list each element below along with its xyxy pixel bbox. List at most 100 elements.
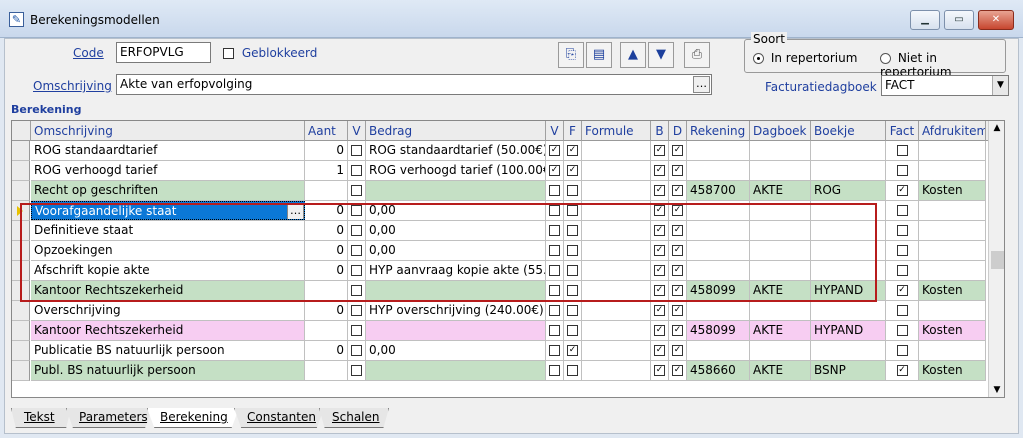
checkbox-v[interactable] bbox=[351, 225, 362, 236]
cell-boekje[interactable] bbox=[811, 161, 886, 180]
cell-f[interactable] bbox=[564, 361, 582, 380]
checkbox-d[interactable]: ✓ bbox=[672, 365, 683, 376]
cell-boekje[interactable] bbox=[811, 201, 886, 220]
header-rekening[interactable]: Rekening bbox=[687, 121, 750, 141]
cell-formule[interactable] bbox=[582, 321, 651, 340]
checkbox-v2[interactable] bbox=[549, 305, 560, 316]
checkbox-b[interactable]: ✓ bbox=[654, 285, 665, 296]
geblokkeerd-checkbox[interactable]: Geblokkeerd bbox=[223, 46, 317, 60]
checkbox-fact[interactable] bbox=[896, 245, 908, 256]
table-row[interactable]: Publ. BS natuurlijk persoon ✓ ✓ 458660 AKTE B… bbox=[31, 361, 986, 381]
cell-b[interactable]: ✓ bbox=[651, 161, 669, 180]
checkbox-d[interactable]: ✓ bbox=[672, 225, 683, 236]
cell-b[interactable]: ✓ bbox=[651, 361, 669, 380]
checkbox-v[interactable] bbox=[351, 285, 362, 296]
cell-bedrag[interactable] bbox=[366, 361, 546, 380]
cell-fact[interactable] bbox=[886, 161, 919, 180]
cell-formule[interactable] bbox=[582, 241, 651, 260]
cell-v2[interactable] bbox=[546, 181, 564, 200]
table-row[interactable]: Definitieve staat 0 0,00 ✓ ✓ bbox=[31, 221, 986, 241]
cell-boekje[interactable] bbox=[811, 221, 886, 240]
cell-d[interactable]: ✓ bbox=[669, 281, 687, 300]
checkbox-fact[interactable] bbox=[896, 265, 908, 276]
cell-aant[interactable]: 0 bbox=[305, 261, 348, 280]
cell-fact[interactable] bbox=[886, 341, 919, 360]
cell-bedrag[interactable]: ROG verhoogd tarief (100.00€) bbox=[366, 161, 546, 180]
cell-v2[interactable] bbox=[546, 361, 564, 380]
cell-b[interactable]: ✓ bbox=[651, 221, 669, 240]
cell-omschrijving[interactable]: Publ. BS natuurlijk persoon bbox=[31, 361, 305, 380]
row-indicator[interactable] bbox=[12, 361, 30, 381]
cell-bedrag[interactable]: HYP aanvraag kopie akte (55.0 bbox=[366, 261, 546, 280]
cell-v[interactable] bbox=[348, 261, 366, 280]
cell-v2[interactable]: ✓ bbox=[546, 161, 564, 180]
cell-rekening[interactable] bbox=[687, 341, 750, 360]
chevron-down-icon[interactable]: ▼ bbox=[992, 76, 1008, 95]
scroll-down-icon[interactable]: ▼ bbox=[989, 385, 1004, 395]
cell-v[interactable] bbox=[348, 161, 366, 180]
checkbox-v[interactable] bbox=[351, 325, 362, 336]
tab-parameters[interactable]: Parameters bbox=[66, 408, 152, 428]
tab-constanten[interactable]: Constanten bbox=[234, 408, 324, 428]
cell-rekening[interactable]: 458700 bbox=[687, 181, 750, 200]
table-row[interactable]: Opzoekingen 0 0,00 ✓ ✓ bbox=[31, 241, 986, 261]
checkbox-d[interactable]: ✓ bbox=[672, 205, 683, 216]
cell-b[interactable]: ✓ bbox=[651, 241, 669, 260]
arrow-up-icon[interactable]: ▲ bbox=[620, 42, 646, 68]
cell-boekje[interactable]: HYPAND bbox=[811, 321, 886, 340]
cell-v[interactable] bbox=[348, 321, 366, 340]
checkbox-d[interactable]: ✓ bbox=[672, 265, 683, 276]
checkbox-v2[interactable] bbox=[549, 325, 560, 336]
cell-v2[interactable] bbox=[546, 241, 564, 260]
header-f[interactable]: F bbox=[564, 121, 582, 141]
scroll-up-icon[interactable]: ▲ bbox=[989, 123, 1004, 133]
cell-d[interactable]: ✓ bbox=[669, 341, 687, 360]
cell-bedrag[interactable] bbox=[366, 181, 546, 200]
header-fact[interactable]: Fact bbox=[886, 121, 919, 141]
checkbox-v2[interactable] bbox=[549, 265, 560, 276]
cell-fact[interactable]: ✓ bbox=[886, 181, 919, 200]
checkbox-fact[interactable] bbox=[896, 205, 908, 216]
checkbox-f[interactable] bbox=[567, 305, 578, 316]
header-bedrag[interactable]: Bedrag bbox=[366, 121, 546, 141]
checkbox-b[interactable]: ✓ bbox=[654, 165, 665, 176]
cell-aant[interactable] bbox=[305, 181, 348, 200]
cell-omschrijving[interactable]: Kantoor Rechtszekerheid bbox=[31, 321, 305, 340]
cell-formule[interactable] bbox=[582, 361, 651, 380]
checkbox-v[interactable] bbox=[351, 265, 362, 276]
checkbox-f[interactable] bbox=[567, 325, 578, 336]
cell-formule[interactable] bbox=[582, 301, 651, 320]
checkbox-d[interactable]: ✓ bbox=[672, 245, 683, 256]
cell-bedrag[interactable]: 0,00 bbox=[366, 341, 546, 360]
cell-rekening[interactable]: 458099 bbox=[687, 321, 750, 340]
cell-f[interactable] bbox=[564, 221, 582, 240]
cell-v[interactable] bbox=[348, 341, 366, 360]
checkbox-d[interactable]: ✓ bbox=[672, 345, 683, 356]
cell-aant[interactable]: 0 bbox=[305, 301, 348, 320]
checkbox-f[interactable] bbox=[567, 365, 578, 376]
cell-f[interactable] bbox=[564, 321, 582, 340]
cell-v2[interactable] bbox=[546, 261, 564, 280]
cell-f[interactable] bbox=[564, 201, 582, 220]
cell-aant[interactable]: 0 bbox=[305, 201, 348, 220]
cell-omschrijving[interactable]: Publicatie BS natuurlijk persoon bbox=[31, 341, 305, 360]
table-row[interactable]: Kantoor Rechtszekerheid ✓ ✓ 458099 AKTE HYPAN… bbox=[31, 321, 986, 341]
cell-boekje[interactable]: ROG bbox=[811, 181, 886, 200]
checkbox-v[interactable] bbox=[351, 365, 362, 376]
cell-b[interactable]: ✓ bbox=[651, 281, 669, 300]
scroll-thumb[interactable] bbox=[991, 251, 1004, 269]
checkbox-f[interactable]: ✓ bbox=[567, 145, 578, 156]
cell-d[interactable]: ✓ bbox=[669, 141, 687, 160]
checkbox-b[interactable]: ✓ bbox=[654, 365, 665, 376]
cell-aant[interactable]: 0 bbox=[305, 241, 348, 260]
cell-omschrijving[interactable]: ROG standaardtarief bbox=[31, 141, 305, 160]
code-input[interactable]: ERFOPVLG bbox=[116, 42, 211, 63]
checkbox-fact[interactable]: ✓ bbox=[896, 365, 908, 376]
checkbox-b[interactable]: ✓ bbox=[654, 145, 665, 156]
cell-v[interactable] bbox=[348, 141, 366, 160]
cell-afdrukitem[interactable] bbox=[919, 261, 986, 280]
cell-fact[interactable] bbox=[886, 221, 919, 240]
row-indicator[interactable] bbox=[12, 241, 30, 261]
cell-formule[interactable] bbox=[582, 181, 651, 200]
checkbox-b[interactable]: ✓ bbox=[654, 265, 665, 276]
